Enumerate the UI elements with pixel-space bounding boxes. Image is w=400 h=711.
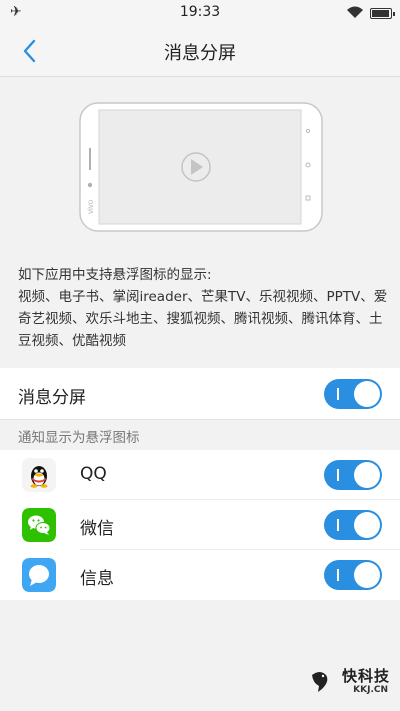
phone-illustration: vivo <box>79 102 323 232</box>
watermark-brand: 快科技 <box>341 667 390 685</box>
status-time: 19:33 <box>179 4 221 20</box>
top-nav-bar: 消息分屏 <box>0 26 400 77</box>
messages-toggle[interactable] <box>324 560 382 590</box>
app-name-qq: QQ <box>80 464 107 484</box>
section-header: 通知显示为悬浮图标 <box>0 420 400 450</box>
app-list: QQ 微信 信息 <box>0 450 400 600</box>
supported-apps-list: 视频、电子书、掌阅ireader、芒果TV、乐视视频、PPTV、爱奇艺视频、欢乐… <box>18 289 388 349</box>
status-bar: ✈ 19:33 <box>0 0 400 26</box>
section-header-text: 通知显示为悬浮图标 <box>18 430 140 446</box>
description-intro: 如下应用中支持悬浮图标的显示: <box>18 267 212 283</box>
bird-logo-icon <box>312 672 328 692</box>
message-split-screen-label: 消息分屏 <box>18 388 86 408</box>
qq-icon <box>22 458 56 492</box>
app-name-wechat: 微信 <box>80 519 114 539</box>
page-title: 消息分屏 <box>164 43 236 64</box>
wifi-icon <box>347 6 363 18</box>
wechat-toggle[interactable] <box>324 510 382 540</box>
battery-icon <box>370 8 395 19</box>
watermark: 快科技 KKJ.CN <box>310 665 390 703</box>
message-split-screen-toggle[interactable] <box>324 379 382 409</box>
app-name-messages: 信息 <box>80 569 114 589</box>
supported-apps-description: 如下应用中支持悬浮图标的显示: 视频、电子书、掌阅ireader、芒果TV、乐视… <box>18 264 388 352</box>
qq-toggle[interactable] <box>324 460 382 490</box>
message-split-screen-row[interactable]: 消息分屏 <box>0 368 400 420</box>
list-item-messages[interactable]: 信息 <box>0 550 400 600</box>
messages-icon <box>22 558 56 592</box>
list-item-wechat[interactable]: 微信 <box>0 500 400 550</box>
wechat-icon <box>22 508 56 542</box>
list-item-qq[interactable]: QQ <box>0 450 400 500</box>
watermark-domain: KKJ.CN <box>353 685 388 695</box>
svg-text:vivo: vivo <box>86 199 95 214</box>
